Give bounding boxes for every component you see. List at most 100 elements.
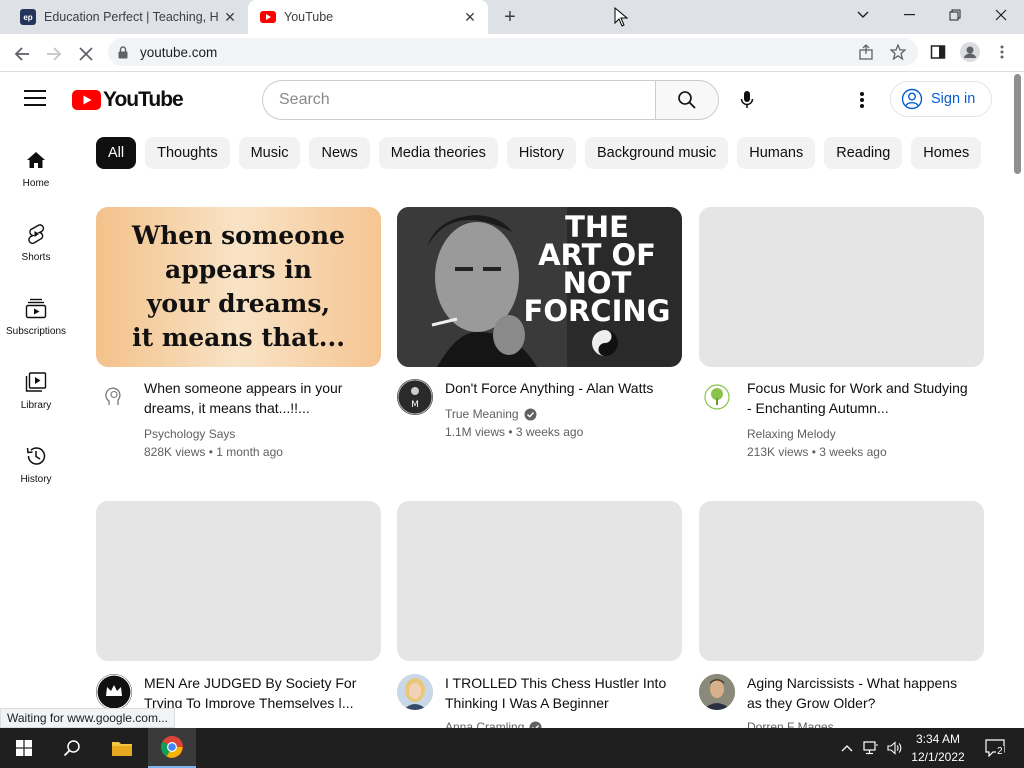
hamburger-menu-icon[interactable] xyxy=(24,90,46,111)
video-title[interactable]: Aging Narcissists - What happens as they… xyxy=(747,673,972,713)
channel-avatar[interactable] xyxy=(699,674,735,710)
bookmark-star-icon[interactable] xyxy=(884,38,912,66)
search-button[interactable] xyxy=(655,80,719,120)
clock-date: 12/1/2022 xyxy=(911,750,965,764)
video-title[interactable]: MEN Are JUDGED By Society For Trying To … xyxy=(144,673,369,708)
channel-name[interactable]: Relaxing Melody xyxy=(747,425,836,443)
video-thumbnail-placeholder[interactable] xyxy=(699,501,984,661)
video-title[interactable]: Don't Force Anything - Alan Watts xyxy=(445,378,670,398)
voice-search-button[interactable] xyxy=(728,81,766,119)
network-icon[interactable] xyxy=(860,728,882,768)
volume-icon[interactable] xyxy=(884,728,906,768)
video-thumbnail-placeholder[interactable] xyxy=(397,501,682,661)
svg-text:M: M xyxy=(411,400,419,410)
channel-name[interactable]: Psychology Says xyxy=(144,425,235,443)
search-input[interactable]: Search xyxy=(262,80,656,120)
video-title[interactable]: I TROLLED This Chess Hustler Into Thinki… xyxy=(445,673,670,713)
chip-media-theories[interactable]: Media theories xyxy=(378,137,498,169)
sign-in-button[interactable]: Sign in xyxy=(890,81,992,117)
settings-menu-icon[interactable] xyxy=(850,86,874,114)
chip-background-music[interactable]: Background music xyxy=(584,137,729,169)
education-perfect-favicon: ep xyxy=(20,9,36,25)
tab-search-chevron-icon[interactable] xyxy=(840,0,886,30)
restore-button[interactable] xyxy=(932,0,978,30)
channel-name-row[interactable]: Anna Cramling xyxy=(445,718,542,728)
scrollbar-thumb[interactable] xyxy=(1014,74,1021,174)
channel-name: Anna Cramling xyxy=(445,720,525,728)
new-tab-button[interactable]: + xyxy=(498,5,522,29)
channel-name[interactable]: Dorren F Mages xyxy=(747,718,834,728)
notification-center-icon[interactable]: 2 xyxy=(978,728,1012,768)
video-title[interactable]: Focus Music for Work and Studying - Ench… xyxy=(747,378,972,418)
windows-taskbar: 3:34 AM 12/1/2022 2 xyxy=(0,728,1024,768)
sidebar-item-label: Shorts xyxy=(21,252,51,263)
sidebar-item-subscriptions[interactable]: Subscriptions xyxy=(4,284,68,354)
chrome-taskbar-icon[interactable] xyxy=(148,728,196,768)
browser-tab-strip: ep Education Perfect | Teaching, Homewor… xyxy=(0,0,1024,34)
back-arrow-icon[interactable] xyxy=(8,40,36,68)
video-title[interactable]: When someone appears in your dreams, it … xyxy=(144,378,369,418)
stop-loading-icon[interactable] xyxy=(72,40,100,68)
sidebar-item-library[interactable]: Library xyxy=(4,358,68,428)
sidebar-item-shorts[interactable]: Shorts xyxy=(4,210,68,280)
taskbar-search-icon[interactable] xyxy=(48,728,96,768)
search-placeholder: Search xyxy=(279,91,330,108)
chip-humans[interactable]: Humans xyxy=(737,137,816,169)
chip-news[interactable]: News xyxy=(309,137,370,169)
video-stats: 828K views • 1 month ago xyxy=(144,445,283,459)
sidebar-item-label: History xyxy=(20,474,52,485)
sidebar-item-history[interactable]: History xyxy=(4,432,68,502)
close-tab-icon[interactable]: ✕ xyxy=(218,9,242,26)
lock-icon[interactable] xyxy=(118,45,128,59)
profile-avatar-icon[interactable] xyxy=(956,38,984,66)
close-tab-icon[interactable]: ✕ xyxy=(458,9,482,26)
taskbar-clock[interactable]: 3:34 AM 12/1/2022 xyxy=(906,730,970,766)
file-explorer-icon[interactable] xyxy=(98,728,146,768)
video-stats: 1.1M views • 3 weeks ago xyxy=(445,425,584,439)
channel-avatar[interactable]: M xyxy=(397,379,433,415)
chip-thoughts[interactable]: Thoughts xyxy=(145,137,230,169)
youtube-logo[interactable]: YouTube xyxy=(72,88,184,112)
chip-all[interactable]: All xyxy=(96,137,137,169)
verified-badge-icon xyxy=(529,721,542,728)
youtube-favicon-icon xyxy=(260,9,276,25)
show-hidden-icons-chevron-icon[interactable] xyxy=(838,728,856,768)
channel-avatar[interactable] xyxy=(96,674,132,710)
channel-avatar[interactable] xyxy=(699,379,735,415)
chip-history[interactable]: History xyxy=(506,137,576,169)
address-bar[interactable]: youtube.com xyxy=(108,38,918,66)
side-panel-icon[interactable] xyxy=(924,38,952,66)
video-thumbnail[interactable]: THE ART OF NOT FORCING xyxy=(397,207,682,367)
sidebar-item-label: Subscriptions xyxy=(5,326,67,337)
tab-title: YouTube xyxy=(284,10,334,24)
sidebar-item-home[interactable]: Home xyxy=(4,136,68,206)
forward-arrow-icon[interactable] xyxy=(40,40,68,68)
channel-name-row[interactable]: True Meaning xyxy=(445,405,537,423)
notification-count: 2 xyxy=(996,746,1004,757)
close-window-button[interactable] xyxy=(978,0,1024,30)
channel-avatar[interactable] xyxy=(96,379,132,415)
tab-education-perfect[interactable]: ep Education Perfect | Teaching, Homewor… xyxy=(8,0,248,34)
chip-reading[interactable]: Reading xyxy=(824,137,903,169)
chip-homes[interactable]: Homes xyxy=(911,137,982,169)
tab-youtube[interactable]: YouTube ✕ xyxy=(248,0,488,34)
windows-start-icon[interactable] xyxy=(0,728,48,768)
sidebar-item-label: Home xyxy=(22,178,50,189)
video-thumbnail-placeholder[interactable] xyxy=(96,501,381,661)
chrome-menu-icon[interactable] xyxy=(988,38,1016,66)
thumbnail-text: THE ART OF NOT FORCING xyxy=(523,210,671,328)
page-scrollbar[interactable] xyxy=(1012,72,1024,728)
sidebar-item-label: Library xyxy=(20,400,52,411)
chip-music[interactable]: Music xyxy=(238,137,301,169)
video-thumbnail[interactable]: When someone appears in your dreams, it mea… xyxy=(96,207,381,367)
person-avatar-icon xyxy=(699,674,735,710)
head-brain-icon xyxy=(105,387,121,405)
home-icon xyxy=(26,148,46,172)
channel-avatar[interactable] xyxy=(397,674,433,710)
mouse-cursor-icon xyxy=(614,6,629,32)
video-thumbnail-placeholder[interactable] xyxy=(699,207,984,367)
tree-logo-icon xyxy=(704,384,730,410)
subscriptions-icon xyxy=(25,296,47,320)
minimize-button[interactable] xyxy=(886,0,932,30)
share-icon[interactable] xyxy=(852,38,880,66)
